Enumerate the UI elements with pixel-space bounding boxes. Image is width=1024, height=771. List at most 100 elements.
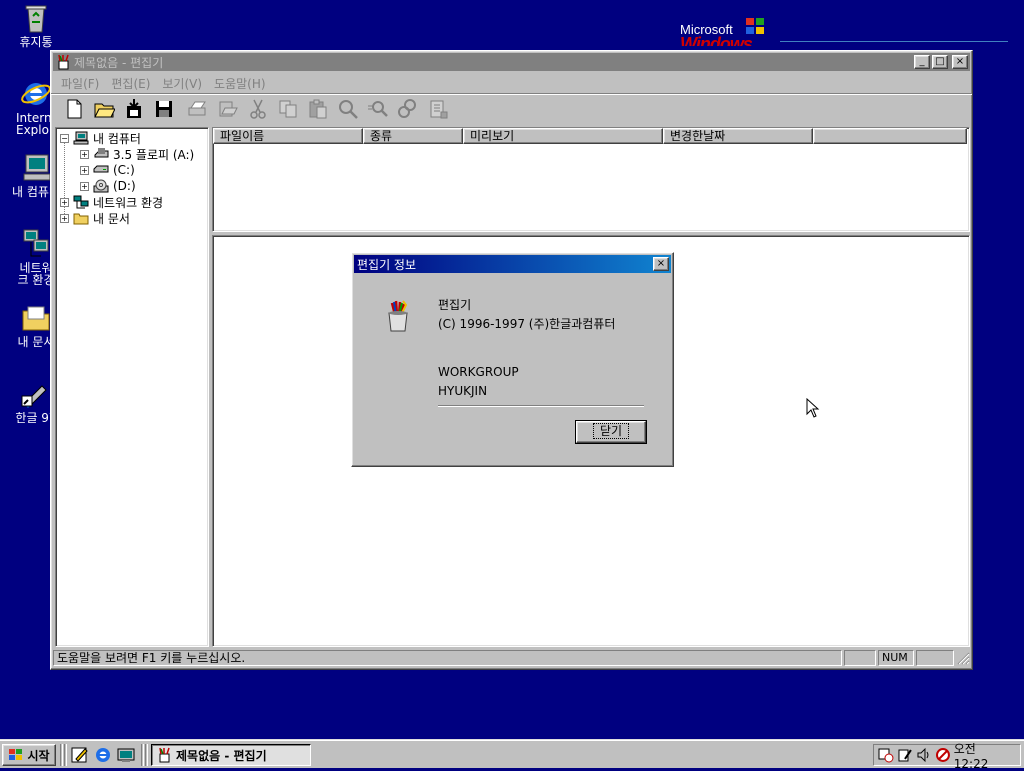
expand-toggle[interactable]: + [60,197,69,207]
menu-bar: 파일(F) 편집(E) 보기(V) 도움말(H) [51,73,972,93]
find-next-button[interactable] [363,97,393,121]
my-computer-icon [20,152,52,184]
print-button[interactable] [183,97,213,121]
copy-icon [279,100,297,117]
column-header-preview[interactable]: 미리보기 [463,128,663,144]
printer-icon [188,101,206,115]
file-list[interactable]: 파일이름 종류 미리보기 변경한날짜 [212,127,970,232]
expand-toggle[interactable]: + [60,213,69,223]
import-button[interactable] [119,97,149,121]
status-panel-1 [844,650,876,666]
menu-edit[interactable]: 편집(E) [105,75,156,92]
about-dialog[interactable]: 편집기 정보 × 편집기 (C) 1996-1997 (주)한글과컴퓨터 WOR… [351,252,674,467]
pencil-cup-icon [388,300,408,332]
minimize-button[interactable]: _ [914,55,930,69]
taskbar: 시작 제목없음 - 편집기 오전 12:22 [0,739,1024,771]
close-dialog-button[interactable]: 닫기 [575,420,647,444]
expand-toggle[interactable]: + [80,149,89,159]
tree-item-drive-d[interactable]: + (D:) [80,178,136,194]
dialog-workgroup: WORKGROUP [438,365,519,379]
replace-button[interactable] [393,97,423,121]
dialog-copyright: (C) 1996-1997 (주)한글과컴퓨터 [438,317,616,331]
open-button[interactable] [89,97,119,121]
dialog-close-button[interactable]: × [653,257,669,271]
tree-item-label: 내 문서 [93,211,130,226]
close-button[interactable]: × [952,55,968,69]
window-titlebar[interactable]: 제목없음 - 편집기 _ □ × [53,53,970,71]
tree-item-network[interactable]: + 네트워크 환경 [60,194,163,210]
task-button-label: 제목없음 - 편집기 [176,748,267,763]
tree-item-my-computer[interactable]: − 내 컴퓨터 [60,130,141,146]
edit-quicklaunch-icon[interactable] [70,746,90,764]
network-neighborhood-icon [20,228,52,260]
find-button[interactable] [333,97,363,121]
start-button[interactable]: 시작 [2,744,56,766]
scheduler-tray-icon[interactable] [878,747,894,763]
new-document-icon [67,99,82,118]
toolbar [51,93,972,123]
tree-item-label: (C:) [113,163,135,177]
properties-button[interactable] [423,97,453,121]
task-button-editor[interactable]: 제목없음 - 편집기 [151,744,311,766]
dialog-user: HYUKJIN [438,384,488,398]
tree-item-label: (D:) [113,179,136,193]
hard-drive-icon [93,165,109,173]
cd-drive-icon [93,179,109,193]
status-text: 도움말을 보려면 F1 키를 누르십시오. [53,650,842,666]
cut-button[interactable] [243,97,273,121]
menu-file[interactable]: 파일(F) [55,75,105,92]
column-header-filename[interactable]: 파일이름 [213,128,363,144]
internet-explorer-icon[interactable] [93,746,113,764]
column-header-blank[interactable] [813,128,967,144]
tree-item-drive-c[interactable]: + (C:) [80,162,135,178]
collapse-toggle[interactable]: − [60,133,69,143]
windows-flag-icon [746,18,764,34]
expand-toggle[interactable]: + [80,181,89,191]
menu-help[interactable]: 도움말(H) [208,75,272,92]
scissors-icon [250,99,266,119]
desktop-icon-recycle-bin[interactable]: 휴지통 [6,2,66,48]
clock[interactable]: 오전 12:22 [954,740,1014,771]
new-button[interactable] [59,97,89,121]
volume-icon[interactable] [916,747,932,763]
hangul-shortcut-icon [20,378,52,410]
page-setup-icon [219,101,238,116]
paste-button[interactable] [303,97,333,121]
quicklaunch-grip [64,744,67,766]
save-button[interactable] [149,97,179,121]
folder-icon [73,213,89,225]
no-entry-tray-icon[interactable] [935,747,951,763]
start-label: 시작 [27,748,50,763]
tree-item-my-documents[interactable]: + 내 문서 [60,210,130,226]
close-dialog-label: 닫기 [592,423,630,439]
desktop-icon-label: 휴지통 [19,35,53,49]
floppy-drive-icon [94,148,109,158]
tree-item-floppy[interactable]: + 3.5 플로피 (A:) [80,146,194,162]
page-setup-button[interactable] [213,97,243,121]
magnifier-icon [339,99,358,119]
column-header-type[interactable]: 종류 [363,128,463,144]
logo-windows-text: Windows 98 [680,36,752,46]
tree-item-label: 내 컴퓨터 [93,131,141,146]
menu-view[interactable]: 보기(V) [156,75,208,92]
logo-microsoft-text: Microsoft [680,22,733,37]
import-icon [127,98,141,118]
dialog-titlebar[interactable]: 편집기 정보 × [354,255,671,273]
floppy-disk-icon [156,100,172,117]
dialog-divider [438,405,644,407]
editor-app-icon [58,54,69,70]
replace-icon [398,98,416,118]
dialog-title: 편집기 정보 [357,257,417,272]
column-header-modified[interactable]: 변경한날짜 [663,128,813,144]
recycle-bin-icon [20,2,52,34]
folder-tree[interactable]: − 내 컴퓨터 + 3.5 플로피 (A:) + (C:) + (D:) + 네… [55,127,209,647]
resize-grip-icon[interactable] [956,651,970,665]
status-num: NUM [878,650,914,666]
pen-tray-icon[interactable] [897,747,913,763]
copy-button[interactable] [273,97,303,121]
expand-toggle[interactable]: + [80,165,89,175]
maximize-button[interactable]: □ [932,55,948,69]
task-grip [145,744,148,766]
editor-app-icon [159,747,170,763]
show-desktop-icon[interactable] [116,746,136,764]
